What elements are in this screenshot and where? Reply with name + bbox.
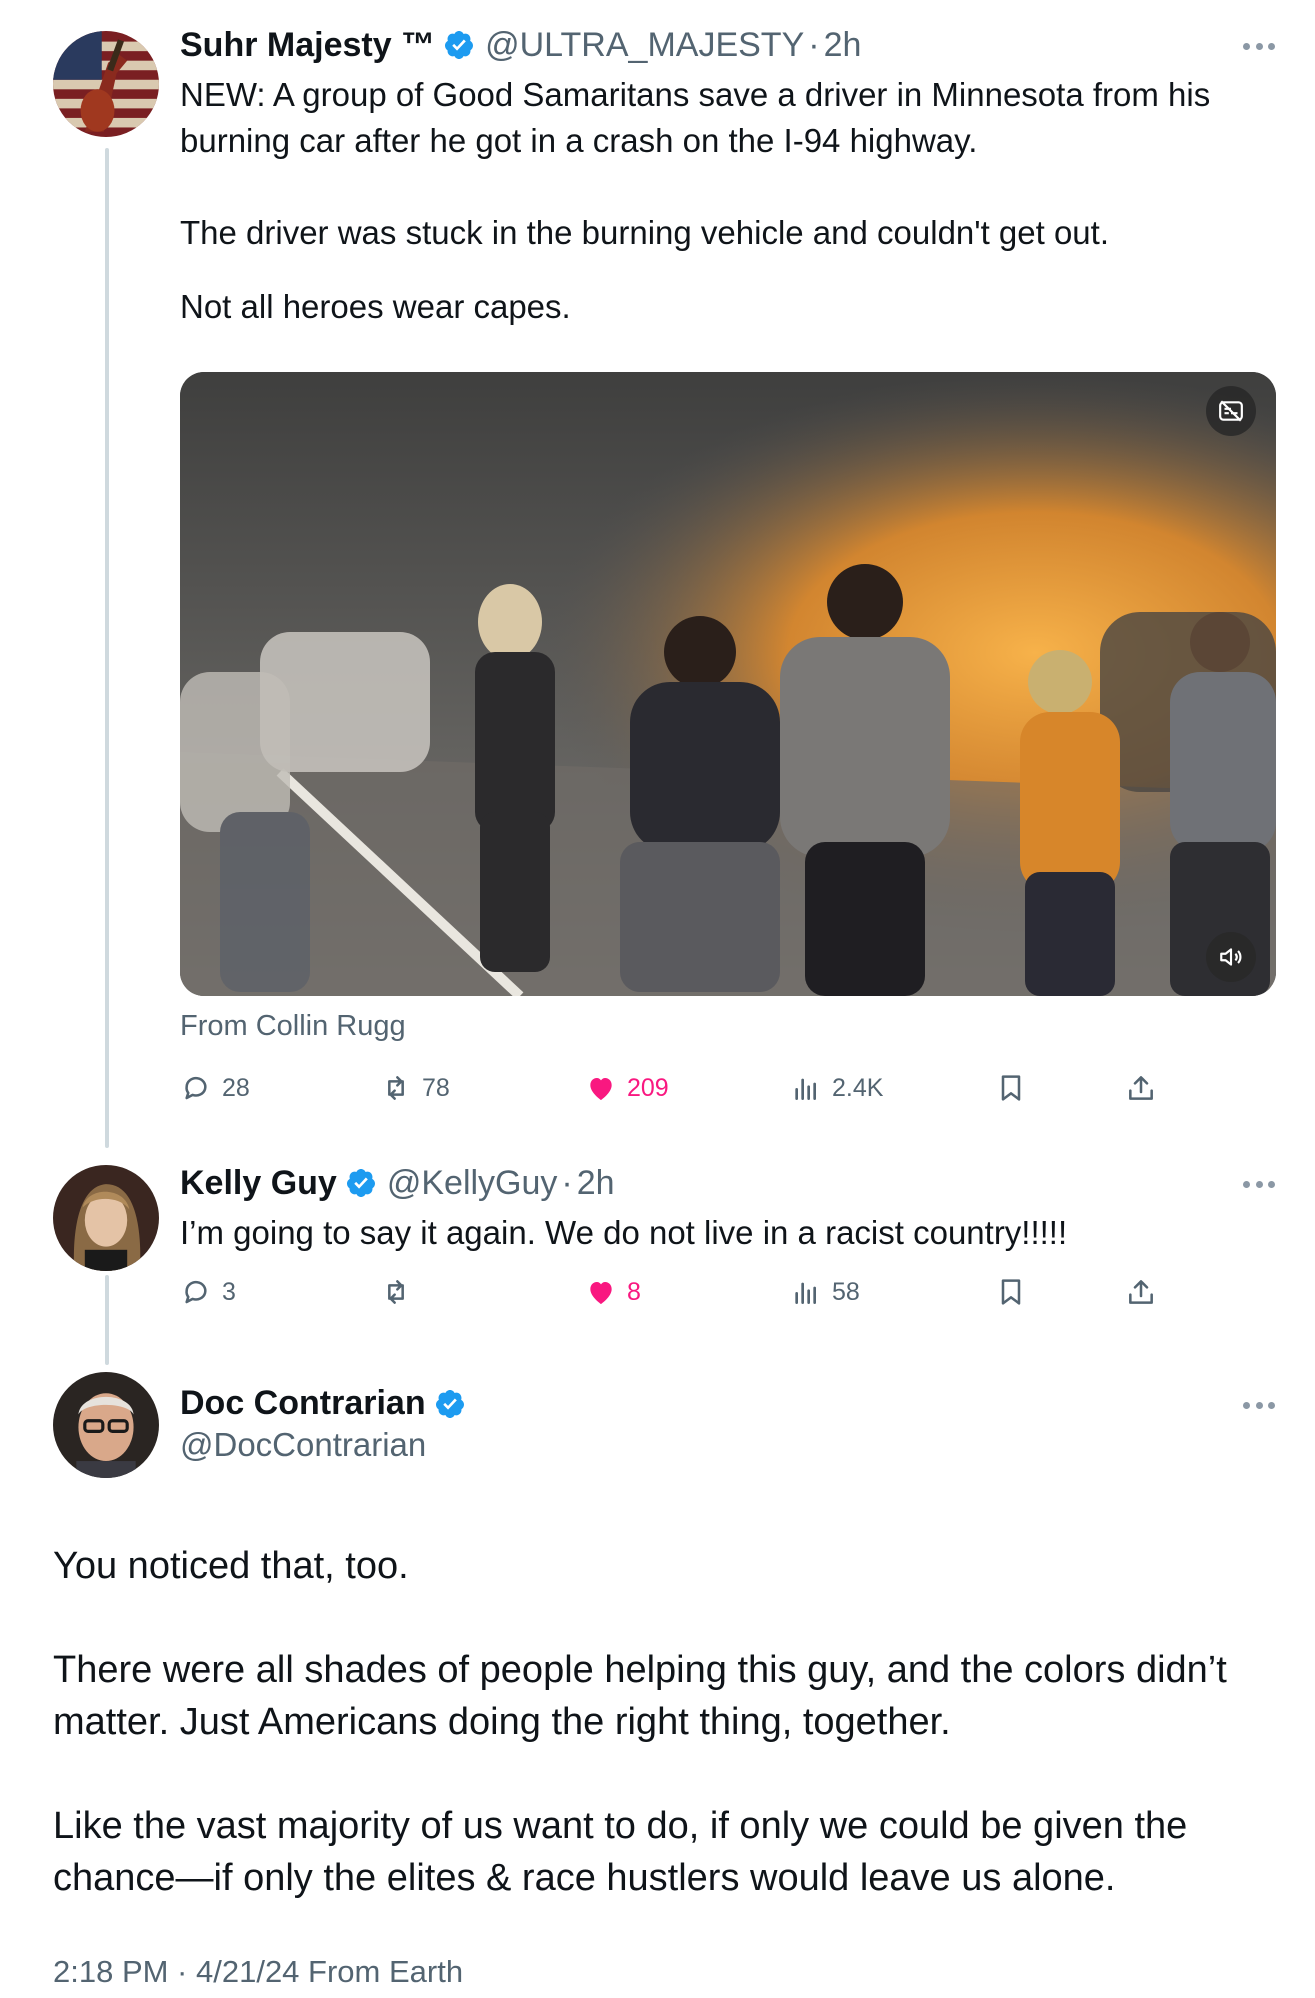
repost-count: 78 [422,1073,450,1102]
video-frame [180,372,1276,996]
like-button[interactable]: 209 [585,1068,669,1108]
heart-icon [590,1282,612,1304]
like-count: 8 [627,1277,641,1306]
author-handle[interactable]: @KellyGuy [387,1163,558,1203]
tweet-text: You noticed that, too. There were all sh… [53,1540,1283,1904]
like-count: 209 [627,1073,669,1102]
more-icon[interactable] [1243,41,1275,51]
tweet-time[interactable]: 2h [824,25,862,65]
views-button[interactable]: 58 [790,1272,860,1312]
heart-icon [590,1078,612,1100]
verified-badge-icon [345,1167,377,1199]
author-handle[interactable]: @ULTRA_MAJESTY [485,25,804,65]
bookmark-icon [1001,1279,1021,1305]
avatar-kelly-guy[interactable] [53,1165,159,1271]
tweet-header: Suhr Majesty ™ @ULTRA_MAJESTY · 2h [180,25,862,65]
reply-count: 3 [222,1277,236,1306]
tweet-paragraph: Like the vast majority of us want to do,… [53,1805,1188,1899]
author-name[interactable]: Kelly Guy [180,1163,337,1203]
video-player[interactable] [180,372,1276,996]
reply-icon [185,1280,207,1304]
repost-icon [388,1280,404,1304]
author-name[interactable]: Suhr Majesty ™ [180,25,435,65]
tweet-paragraph: You noticed that, too. [53,1545,409,1587]
more-icon[interactable] [1243,1179,1275,1189]
mute-icon[interactable] [1206,932,1256,982]
verified-badge-icon [434,1388,466,1420]
author-name[interactable]: Doc Contrarian [180,1384,426,1423]
repost-icon [388,1076,404,1100]
bookmark-icon [1001,1075,1021,1101]
reply-button[interactable]: 3 [180,1272,236,1312]
reply-count: 28 [222,1073,250,1102]
video-attribution[interactable]: From Collin Rugg [180,1010,406,1043]
tweet-actions: 28 78 209 2.4K [180,1068,1180,1108]
captions-icon[interactable] [1206,386,1256,436]
tweet-paragraph: NEW: A group of Good Samaritans save a d… [180,76,1211,159]
views-icon [795,1078,816,1100]
view-count: 58 [832,1277,860,1306]
reply-icon [185,1076,207,1100]
repost-button[interactable]: 78 [380,1068,450,1108]
tweet-text: I’m going to say it again. We do not liv… [180,1210,1260,1256]
view-count: 2.4K [832,1073,884,1102]
bookmark-button[interactable] [995,1068,1037,1108]
thread-view: Suhr Majesty ™ @ULTRA_MAJESTY · 2h NEW: … [0,0,1315,1998]
avatar-suhr-majesty[interactable] [53,31,159,137]
repost-button[interactable] [380,1272,422,1312]
verified-badge-icon [443,29,475,61]
reply-button[interactable]: 28 [180,1068,250,1108]
tweet-paragraph: Not all heroes wear capes. [180,288,571,325]
tweet-text: NEW: A group of Good Samaritans save a d… [180,72,1260,330]
tweet-paragraph: I’m going to say it again. We do not liv… [180,1214,1068,1251]
tweet-paragraph: There were all shades of people helping … [53,1649,1227,1743]
tweet-timestamp[interactable]: 2:18 PM · 4/21/24 From Earth [53,1954,463,1990]
views-button[interactable]: 2.4K [790,1068,883,1108]
avatar-doc-contrarian[interactable] [53,1372,159,1478]
share-icon [1129,1280,1153,1304]
share-button[interactable] [1125,1068,1167,1108]
bookmark-button[interactable] [995,1272,1037,1312]
tweet-time[interactable]: 2h [577,1163,615,1203]
tweet-header: Kelly Guy @KellyGuy · 2h [180,1163,615,1203]
author-name-row: Doc Contrarian [180,1384,476,1423]
author-handle[interactable]: @DocContrarian [180,1426,426,1464]
views-icon [795,1282,816,1304]
thread-line [105,1275,109,1365]
like-button[interactable]: 8 [585,1272,641,1312]
tweet-paragraph: The driver was stuck in the burning vehi… [180,214,1109,251]
tweet-actions: 3 8 58 [180,1272,1180,1312]
thread-line [105,148,109,1148]
more-icon[interactable] [1243,1400,1275,1410]
share-button[interactable] [1125,1272,1167,1312]
share-icon [1129,1076,1153,1100]
